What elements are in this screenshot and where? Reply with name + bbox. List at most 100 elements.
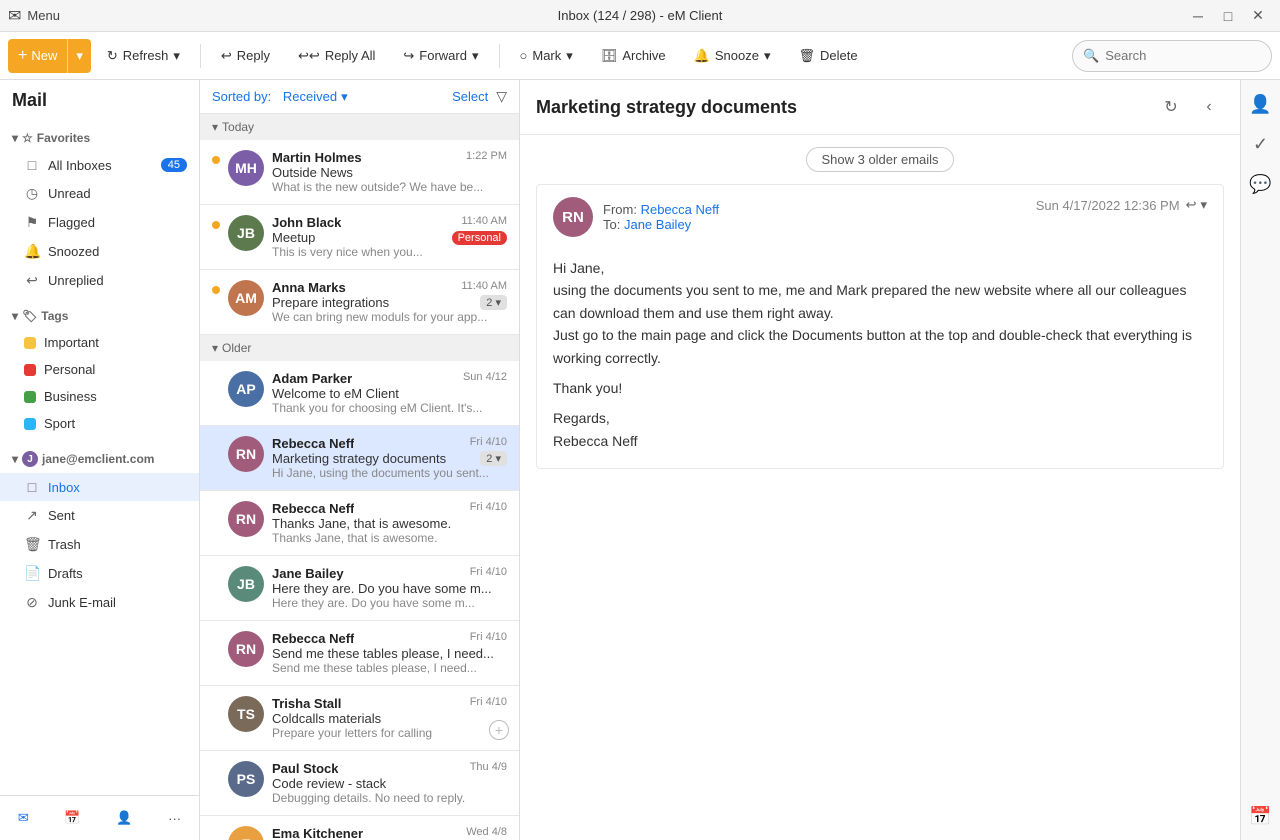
sidebar-item-unreplied[interactable]: ↩ Unreplied bbox=[0, 266, 199, 295]
refresh-email-button[interactable]: ↻ bbox=[1156, 92, 1186, 122]
email-list-item[interactable]: AP Adam Parker Sun 4/12 Welcome to eM Cl… bbox=[200, 361, 519, 426]
email-list-scroll[interactable]: ▾ Today MH Martin Holmes 1:22 PM Outside… bbox=[200, 114, 519, 840]
email-from-name: Ema Kitchener bbox=[272, 826, 363, 840]
new-dropdown-arrow[interactable]: ▾ bbox=[67, 39, 91, 73]
forward-button[interactable]: ↪ Forward ▾ bbox=[391, 39, 490, 73]
group-chevron-icon: ▾ bbox=[212, 120, 218, 134]
filter-icon[interactable]: ▽ bbox=[496, 88, 507, 105]
email-list-item[interactable]: RN Rebecca Neff Fri 4/10 Thanks Jane, th… bbox=[200, 491, 519, 556]
email-list-item[interactable]: JB John Black 11:40 AM Meetup Personal T… bbox=[200, 205, 519, 270]
email-from-name: Paul Stock bbox=[272, 761, 338, 776]
favorites-section: ▾ ☆ Favorites □ All Inboxes 45 ◷ Unread … bbox=[0, 121, 199, 299]
delete-button[interactable]: 🗑 Delete bbox=[786, 39, 869, 73]
sort-field[interactable]: Received bbox=[283, 89, 337, 104]
email-time: 1:22 PM bbox=[462, 150, 507, 162]
unread-indicator bbox=[212, 371, 220, 415]
email-body-line: Regards, bbox=[553, 407, 1207, 429]
email-content-scroll[interactable]: Show 3 older emails RN From: Rebecca Nef… bbox=[520, 135, 1240, 840]
email-meta: Adam Parker Sun 4/12 Welcome to eM Clien… bbox=[272, 371, 507, 415]
show-older-emails-button[interactable]: Show 3 older emails bbox=[806, 147, 953, 172]
nav-mail-button[interactable]: ✉ bbox=[2, 802, 45, 834]
email-subject-title: Marketing strategy documents bbox=[536, 97, 797, 118]
toolbar-separator-1 bbox=[200, 44, 201, 68]
email-top-row: Trisha Stall Fri 4/10 bbox=[272, 696, 507, 711]
nav-calendar-button[interactable]: 📅 bbox=[48, 802, 96, 834]
sidebar-item-tag-sport[interactable]: Sport bbox=[0, 410, 199, 437]
mark-button[interactable]: ○ Mark ▾ bbox=[508, 39, 585, 73]
sidebar-item-unread[interactable]: ◷ Unread bbox=[0, 179, 199, 208]
sidebar-item-inbox[interactable]: □ Inbox bbox=[0, 473, 199, 501]
nav-more-button[interactable]: ··· bbox=[152, 802, 197, 834]
email-meta: Rebecca Neff Fri 4/10 Thanks Jane, that … bbox=[272, 501, 507, 545]
sidebar-item-snoozed[interactable]: 🔔 Snoozed bbox=[0, 237, 199, 266]
account-header[interactable]: ▾ J jane@emclient.com bbox=[0, 445, 199, 473]
reply-msg-icon[interactable]: ↩ bbox=[1186, 197, 1197, 213]
collapse-panel-button[interactable]: ‹ bbox=[1194, 92, 1224, 122]
sidebar-item-tag-personal[interactable]: Personal bbox=[0, 356, 199, 383]
email-list-item[interactable]: JB Jane Bailey Fri 4/10 Here they are. D… bbox=[200, 556, 519, 621]
delete-icon: 🗑 bbox=[798, 48, 815, 64]
chat-panel-button[interactable]: 💬 bbox=[1245, 168, 1277, 200]
group-chevron-icon: ▾ bbox=[212, 341, 218, 355]
snooze-icon: 🔔 bbox=[694, 48, 710, 64]
tasks-panel-button[interactable]: ✓ bbox=[1245, 128, 1277, 160]
calendar-panel-button[interactable]: 📅 bbox=[1245, 800, 1277, 832]
sidebar-item-trash[interactable]: 🗑 Trash bbox=[0, 530, 199, 559]
email-message: RN From: Rebecca Neff To: Jane Bailey bbox=[536, 184, 1224, 469]
email-subject-line: Welcome to eM Client bbox=[272, 386, 507, 401]
reply-all-button[interactable]: ↩↩ Reply All bbox=[286, 39, 387, 73]
sender-avatar-list: E bbox=[228, 826, 264, 840]
email-subject-line: Thanks Jane, that is awesome. bbox=[272, 516, 507, 531]
from-name-link[interactable]: Rebecca Neff bbox=[641, 202, 720, 217]
email-list-item[interactable]: AM Anna Marks 11:40 AM Prepare integrati… bbox=[200, 270, 519, 335]
sender-avatar-list: AP bbox=[228, 371, 264, 407]
search-box[interactable]: 🔍 bbox=[1072, 40, 1272, 72]
email-time: Sun 4/12 bbox=[459, 371, 507, 383]
sidebar-item-drafts[interactable]: 📄 Drafts bbox=[0, 559, 199, 588]
nav-contacts-button[interactable]: 👤 bbox=[100, 802, 148, 834]
sidebar-item-flagged[interactable]: ⚑ Flagged bbox=[0, 208, 199, 237]
sidebar-item-tag-important[interactable]: Important bbox=[0, 329, 199, 356]
reply-button[interactable]: ↩ Reply bbox=[209, 39, 282, 73]
minimize-button[interactable]: ─ bbox=[1184, 4, 1212, 28]
email-list-item[interactable]: RN Rebecca Neff Fri 4/10 Send me these t… bbox=[200, 621, 519, 686]
email-top-row: Jane Bailey Fri 4/10 bbox=[272, 566, 507, 581]
unread-indicator bbox=[212, 761, 220, 805]
menu-label[interactable]: Menu bbox=[27, 8, 60, 23]
sort-dropdown-icon[interactable]: ▾ bbox=[341, 89, 348, 105]
email-list-item[interactable]: TS Trisha Stall Fri 4/10 Coldcalls mater… bbox=[200, 686, 519, 751]
email-list-item[interactable]: E Ema Kitchener Wed 4/8 Meeting Thank yo… bbox=[200, 816, 519, 840]
unread-indicator bbox=[212, 566, 220, 610]
bell-icon: 🔔 bbox=[24, 243, 40, 260]
sort-label: Sorted by: Received ▾ bbox=[212, 89, 348, 105]
refresh-button[interactable]: ↻ Refresh ▾ bbox=[95, 39, 192, 73]
email-date: Sun 4/17/2022 12:36 PM ↩ ▾ bbox=[1036, 197, 1207, 213]
tags-header[interactable]: ▾ 🏷 Tags bbox=[0, 303, 199, 329]
email-subject-line: Outside News bbox=[272, 165, 507, 180]
archive-button[interactable]: 🗄 Archive bbox=[589, 39, 678, 73]
email-preview-text: Send me these tables please, I need... bbox=[272, 661, 507, 675]
email-top-row: John Black 11:40 AM bbox=[272, 215, 507, 230]
add-to-group-icon[interactable]: + bbox=[489, 720, 509, 740]
sidebar-item-junk[interactable]: ⊘ Junk E-mail bbox=[0, 588, 199, 617]
email-list-item[interactable]: MH Martin Holmes 1:22 PM Outside News Wh… bbox=[200, 140, 519, 205]
maximize-button[interactable]: □ bbox=[1214, 4, 1242, 28]
snooze-button[interactable]: 🔔 Snooze ▾ bbox=[682, 39, 783, 73]
email-message-header: RN From: Rebecca Neff To: Jane Bailey bbox=[537, 185, 1223, 249]
to-name-link[interactable]: Jane Bailey bbox=[624, 217, 691, 232]
sidebar: Mail ▾ ☆ Favorites □ All Inboxes 45 ◷ Un… bbox=[0, 80, 200, 840]
favorites-header[interactable]: ▾ ☆ Favorites bbox=[0, 125, 199, 151]
sidebar-item-sent[interactable]: ↗ Sent bbox=[0, 501, 199, 530]
search-input[interactable] bbox=[1105, 48, 1261, 63]
sidebar-item-tag-business[interactable]: Business bbox=[0, 383, 199, 410]
email-list-item[interactable]: RN Rebecca Neff Fri 4/10 Marketing strat… bbox=[200, 426, 519, 491]
email-list-item[interactable]: PS Paul Stock Thu 4/9 Code review - stac… bbox=[200, 751, 519, 816]
reply-all-icon: ↩↩ bbox=[298, 48, 320, 64]
sidebar-item-all-inboxes[interactable]: □ All Inboxes 45 bbox=[0, 151, 199, 179]
close-button[interactable]: ✕ bbox=[1244, 4, 1272, 28]
email-subject-line: Send me these tables please, I need... bbox=[272, 646, 507, 661]
select-button[interactable]: Select bbox=[452, 89, 488, 104]
more-actions-icon[interactable]: ▾ bbox=[1200, 197, 1207, 213]
contact-panel-button[interactable]: 👤 bbox=[1245, 88, 1277, 120]
new-button[interactable]: + New ▾ bbox=[8, 39, 91, 73]
